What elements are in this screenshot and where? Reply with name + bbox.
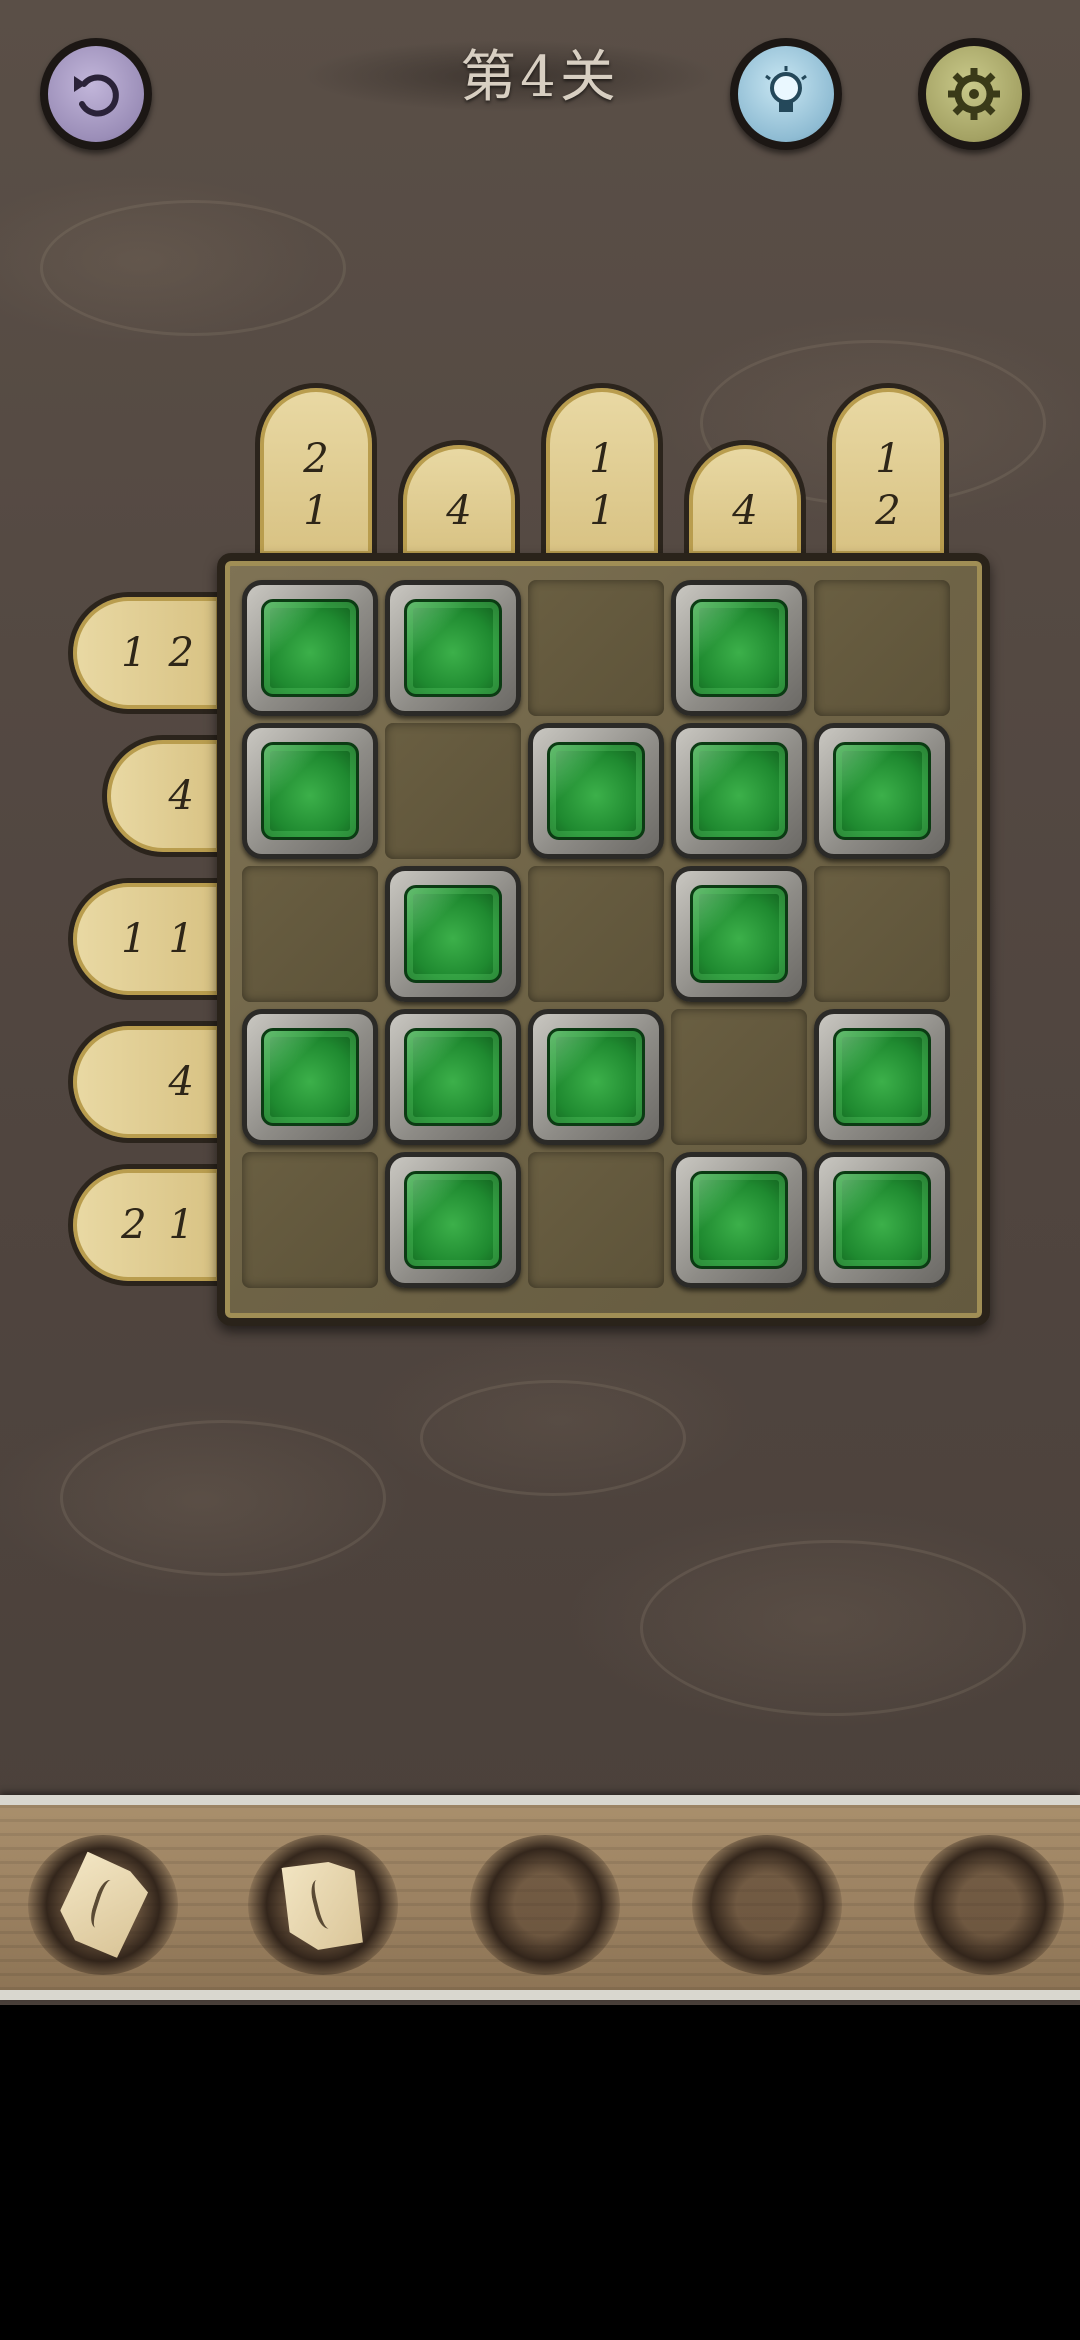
inventory-slot-1[interactable] (28, 1835, 178, 1975)
gem-tile[interactable] (814, 1009, 950, 1145)
cloud-decoration (60, 1420, 386, 1576)
gem-tile[interactable] (671, 866, 807, 1002)
cloud-decoration (40, 200, 346, 336)
empty-tile[interactable] (528, 1152, 664, 1288)
inventory-slot-4[interactable] (692, 1835, 842, 1975)
gem-tile[interactable] (814, 1152, 950, 1288)
gem-tile[interactable] (385, 1009, 521, 1145)
gem-tile[interactable] (385, 866, 521, 1002)
game-screen: 第4关 2 1 4 1 1 4 1 2 1 2 4 1 1 4 2 1 (0, 0, 1080, 2005)
clue-number: 2 (168, 630, 194, 676)
inventory-slot-5[interactable] (914, 1835, 1064, 1975)
row-clue-3: 1 1 (68, 878, 220, 1000)
row-clue-5: 2 1 (68, 1164, 220, 1286)
row-clue-1: 1 2 (68, 592, 220, 714)
empty-tile[interactable] (814, 580, 950, 716)
gem-tile[interactable] (814, 723, 950, 859)
cloud-decoration (420, 1380, 686, 1496)
column-clue-4: 4 (684, 440, 806, 555)
gem-tile[interactable] (528, 1009, 664, 1145)
undo-button[interactable] (40, 38, 152, 150)
clue-number: 1 (168, 916, 194, 962)
paper-scrap-icon (274, 1851, 372, 1959)
column-clue-2: 4 (398, 440, 520, 555)
clue-number: 4 (732, 488, 758, 534)
empty-tile[interactable] (385, 723, 521, 859)
clue-number: 1 (121, 916, 147, 962)
gem-tile[interactable] (242, 1009, 378, 1145)
empty-tile[interactable] (242, 1152, 378, 1288)
inventory-slot-3[interactable] (470, 1835, 620, 1975)
column-clue-3: 1 1 (541, 383, 663, 555)
clue-number: 1 (121, 630, 147, 676)
gem-tile[interactable] (242, 723, 378, 859)
gem-tile[interactable] (385, 1152, 521, 1288)
clue-number: 4 (168, 773, 194, 819)
gear-icon (948, 68, 1000, 120)
column-clue-1: 2 1 (255, 383, 377, 555)
inventory-slot-2[interactable] (248, 1835, 398, 1975)
clue-number: 1 (589, 436, 615, 482)
clue-number: 1 (589, 488, 615, 534)
settings-button[interactable] (918, 38, 1030, 150)
clue-number: 4 (168, 1059, 194, 1105)
empty-tile[interactable] (242, 866, 378, 1002)
empty-tile[interactable] (528, 866, 664, 1002)
gem-tile[interactable] (242, 580, 378, 716)
empty-tile[interactable] (671, 1009, 807, 1145)
clue-number: 1 (168, 1202, 194, 1248)
cloud-decoration (640, 1540, 1026, 1716)
gem-tile[interactable] (671, 580, 807, 716)
empty-tile[interactable] (528, 580, 664, 716)
hint-button[interactable] (730, 38, 842, 150)
puzzle-grid (242, 580, 962, 1300)
gem-tile[interactable] (671, 723, 807, 859)
empty-tile[interactable] (814, 866, 950, 1002)
lightbulb-icon (765, 66, 807, 112)
undo-icon (74, 74, 119, 117)
clue-number: 2 (875, 488, 901, 534)
row-clue-2: 4 (102, 735, 220, 857)
column-clue-5: 1 2 (827, 383, 949, 555)
gem-tile[interactable] (671, 1152, 807, 1288)
gem-tile[interactable] (385, 580, 521, 716)
clue-number: 1 (875, 436, 901, 482)
clue-number: 2 (121, 1202, 147, 1248)
clue-number: 2 (303, 436, 329, 482)
clue-number: 4 (446, 488, 472, 534)
clue-number: 1 (303, 488, 329, 534)
gem-tile[interactable] (528, 723, 664, 859)
row-clue-4: 4 (68, 1021, 220, 1143)
level-title: 第4关 (460, 45, 620, 110)
paper-scrap-icon (52, 1849, 155, 1961)
